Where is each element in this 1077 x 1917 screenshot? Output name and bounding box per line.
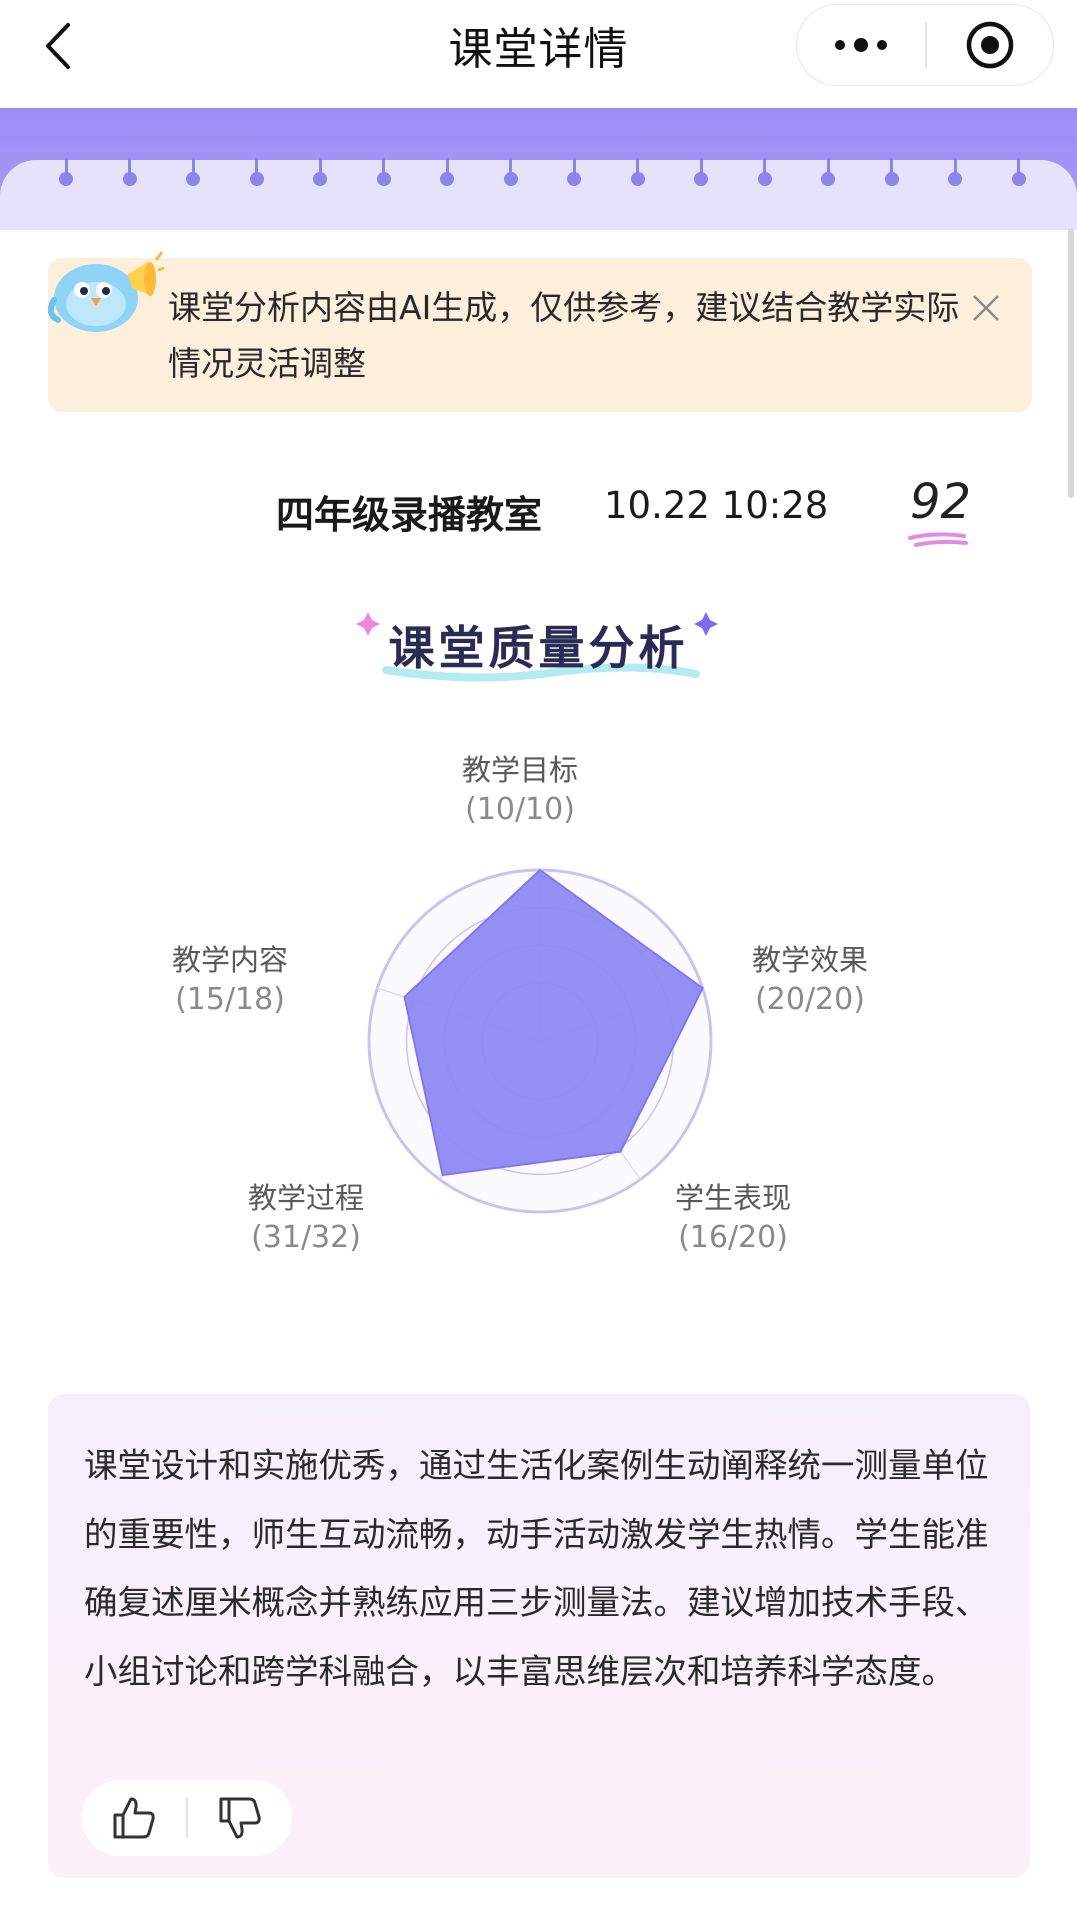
ai-notice-text: 课堂分析内容由AI生成，仅供参考，建议结合教学实际情况灵活调整 <box>168 288 960 383</box>
summary-text: 课堂设计和实施优秀，通过生活化案例生动阐释统一测量单位的重要性，师生互动流畅，动… <box>84 1446 989 1691</box>
radar-axis-score: (31/32) <box>251 1220 361 1255</box>
bird-mascot-icon <box>47 251 164 332</box>
more-icon <box>835 38 887 52</box>
binding-dot <box>884 172 899 186</box>
binding-dot <box>122 172 137 186</box>
radar-axis-score: (10/10) <box>465 792 575 827</box>
radar-axis-name: 教学内容 <box>171 943 288 977</box>
radar-axis-label: 学生表现 (16/20) <box>623 1178 843 1258</box>
close-program-button[interactable] <box>927 5 1054 85</box>
binding-dot <box>503 172 518 186</box>
lesson-info-row: 四年级录播教室 10.22 10:28 92 <box>0 474 1077 548</box>
dislike-button[interactable] <box>188 1780 292 1856</box>
radar-axis-label: 教学内容 (15/18) <box>120 940 340 1020</box>
top-bar: 课堂详情 <box>0 0 1077 106</box>
binding-dot <box>821 172 835 186</box>
more-button[interactable] <box>797 5 925 85</box>
binding-dot <box>567 172 581 186</box>
summary-card: 课堂设计和实施优秀，通过生活化案例生动阐释统一测量单位的重要性，师生互动流畅，动… <box>48 1394 1030 1878</box>
binding-dot <box>630 172 645 186</box>
close-icon <box>973 295 999 321</box>
binding-dot <box>313 172 327 186</box>
binding-dot <box>757 172 772 186</box>
mini-program-capsule <box>796 4 1054 86</box>
radar-axis-name: 教学目标 <box>461 753 578 787</box>
binding-dot <box>249 172 264 186</box>
binding-dot <box>440 172 454 186</box>
radar-axis-label: 教学目标 (10/10) <box>410 750 630 830</box>
thumbs-down-icon <box>219 1797 261 1839</box>
radar-axis-name: 教学过程 <box>247 1181 364 1215</box>
radar-axis-name: 学生表现 <box>674 1181 791 1215</box>
classroom-name: 四年级录播教室 <box>276 493 543 537</box>
binding-dot <box>186 172 200 186</box>
binding-dot <box>1011 172 1026 186</box>
lesson-score: 92 <box>910 474 972 530</box>
lesson-datetime: 10.22 10:28 <box>604 484 829 527</box>
radar-axis-score: (15/18) <box>175 982 285 1017</box>
radar-axis-score: (20/20) <box>755 982 865 1017</box>
binding-dot <box>694 172 708 186</box>
binding-dot <box>59 172 73 186</box>
binding-dot <box>376 172 391 186</box>
banner-binding-strip <box>0 158 1077 230</box>
ai-notice: 课堂分析内容由AI生成，仅供参考，建议结合教学实际情况灵活调整 <box>48 258 1032 412</box>
radar-axis-label: 教学过程 (31/32) <box>196 1178 416 1258</box>
score-underline <box>908 532 968 547</box>
scrollbar[interactable] <box>1068 228 1074 498</box>
notice-close-button[interactable] <box>966 288 1006 328</box>
thumbs-up-icon <box>113 1797 155 1839</box>
target-icon <box>966 21 1013 69</box>
section-title: 课堂质量分析 <box>388 621 689 675</box>
radar-axis-name: 教学效果 <box>751 943 868 977</box>
like-button[interactable] <box>82 1780 186 1856</box>
radar-axis-label: 教学效果 (20/20) <box>700 940 920 1020</box>
radar-axis-score: (16/20) <box>678 1220 788 1255</box>
feedback-bar <box>82 1780 292 1856</box>
binding-dot <box>948 172 962 186</box>
